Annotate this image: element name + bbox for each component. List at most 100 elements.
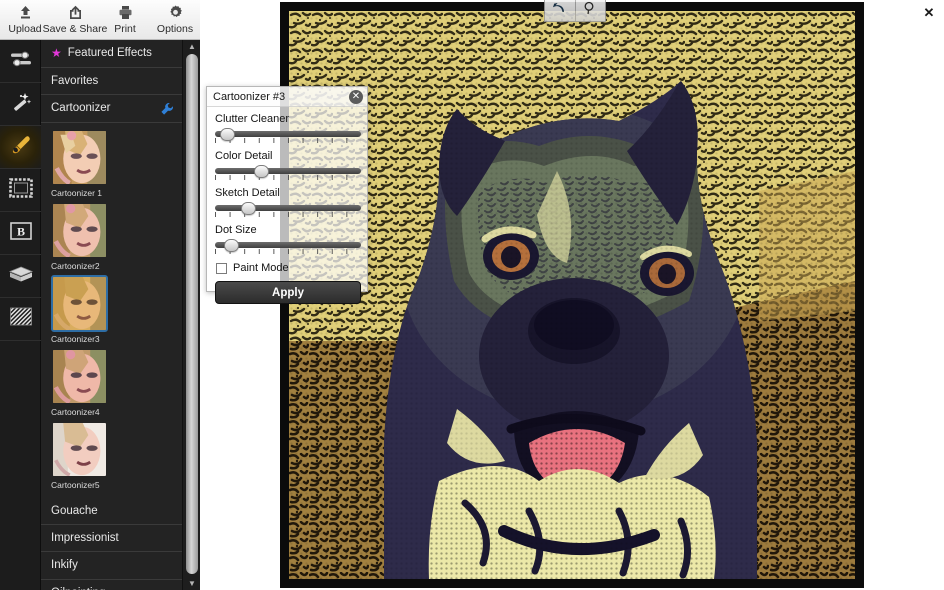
zoom-button[interactable]: [574, 0, 605, 21]
undo-arrow-icon: [552, 2, 567, 20]
slider-knob[interactable]: [220, 128, 236, 141]
slider-label: Sketch Detail: [215, 187, 280, 199]
scroll-down-arrow-icon[interactable]: ▼: [183, 577, 201, 590]
sidebar-item-cartoonizer[interactable]: Cartoonizer: [41, 95, 200, 123]
dialog-title-bar[interactable]: Cartoonizer #3 ✕: [207, 87, 367, 107]
text-b-icon: B: [8, 221, 34, 246]
effect-list-item-impressionist[interactable]: Impressionist: [41, 525, 200, 553]
dialog-title: Cartoonizer #3: [213, 90, 286, 103]
slider-group-color-detail: Color Detail: [215, 150, 361, 182]
slider-knob[interactable]: [254, 165, 270, 178]
paint-mode-label: Paint Mode: [233, 262, 289, 274]
texture-pattern-icon: [8, 306, 34, 333]
rail-item-artistic-brush[interactable]: [0, 126, 41, 169]
favorites-label: Favorites: [51, 74, 99, 87]
slider-group-sketch-detail: Sketch Detail: [215, 187, 361, 219]
slider-track: [215, 131, 361, 137]
print-label: Print: [114, 23, 136, 35]
slider-track: [215, 168, 361, 174]
effect-thumb-cartoonizer-1[interactable]: Cartoonizer 1: [51, 129, 115, 198]
featured-effects-label: Featured Effects: [67, 47, 152, 60]
scrollbar-thumb[interactable]: [186, 54, 198, 574]
rail-item-textures[interactable]: [0, 298, 41, 341]
thumbnail-label: Cartoonizer 1: [51, 187, 103, 198]
share-box-icon: [67, 3, 84, 22]
apply-button[interactable]: Apply: [215, 281, 361, 304]
sidebar-scrollbar[interactable]: ▲ ▼: [182, 40, 200, 590]
thumbnail-label: Cartoonizer4: [51, 406, 100, 417]
thumbnail-label: Cartoonizer5: [51, 479, 100, 490]
effect-label: Impressionist: [51, 532, 119, 545]
dialog-close-button[interactable]: ✕: [349, 90, 363, 104]
clutter-cleaner-slider[interactable]: [215, 127, 361, 145]
thumbnail-image: [51, 129, 108, 186]
rail-item-adjust[interactable]: [0, 40, 41, 83]
slider-label: Dot Size: [215, 224, 257, 236]
slider-knob[interactable]: [224, 239, 240, 252]
photo-editor-window: Upload Save & Share Print Options B ★ Fe…: [0, 0, 944, 590]
photo-image[interactable]: [289, 11, 855, 579]
effect-thumbnail-grid: Cartoonizer 1 Cartoonizer2 Cartoonizer3 …: [41, 123, 190, 498]
magnifier-icon: [583, 1, 597, 20]
wrench-icon[interactable]: [160, 102, 174, 119]
effect-thumb-cartoonizer-4[interactable]: Cartoonizer4: [51, 348, 115, 417]
canvas-toolbar: [544, 0, 606, 22]
rail-item-effects-wand[interactable]: [0, 83, 41, 126]
slider-track: [215, 205, 361, 211]
thumbnail-image: [51, 348, 108, 405]
effect-thumb-cartoonizer-5[interactable]: Cartoonizer5: [51, 421, 115, 490]
options-button[interactable]: Options: [151, 3, 199, 35]
effect-list-item-gouache[interactable]: Gouache: [41, 498, 200, 525]
paint-mode-checkbox[interactable]: [216, 262, 227, 274]
close-circle-icon: ✕: [351, 91, 361, 102]
printer-icon: [117, 3, 134, 22]
slider-label: Clutter Cleaner: [215, 113, 289, 125]
slider-group-clutter-cleaner: Clutter Cleaner: [215, 113, 361, 145]
sketch-detail-slider[interactable]: [215, 201, 361, 219]
thumbnail-image: [51, 421, 108, 478]
sliders-icon: [8, 49, 34, 74]
thumbnail-label: Cartoonizer3: [51, 333, 100, 344]
sidebar-item-featured-effects[interactable]: ★ Featured Effects: [41, 40, 200, 68]
gear-icon: [167, 3, 184, 22]
effect-thumb-cartoonizer-2[interactable]: Cartoonizer2: [51, 202, 115, 271]
rail-item-text[interactable]: B: [0, 212, 41, 255]
star-icon: ★: [51, 46, 62, 61]
upload-label: Upload: [8, 23, 42, 35]
open-box-icon: [8, 263, 34, 290]
frame-icon: [8, 177, 34, 204]
undo-button[interactable]: [545, 0, 575, 21]
effect-list-item-oilpainting[interactable]: Oilpainting: [41, 580, 200, 590]
magic-wand-icon: [9, 90, 33, 119]
thumbnail-image: [51, 202, 108, 259]
rail-item-frames[interactable]: [0, 169, 41, 212]
svg-text:B: B: [16, 224, 24, 238]
slider-ticks: [215, 138, 361, 143]
save-share-button[interactable]: Save & Share: [43, 3, 107, 35]
window-close-button[interactable]: ✕: [920, 4, 938, 22]
effect-label: Inkify: [51, 559, 78, 572]
color-detail-slider[interactable]: [215, 164, 361, 182]
save-share-label: Save & Share: [42, 23, 108, 35]
effect-settings-dialog: Cartoonizer #3 ✕ Clutter Cleaner Color D…: [206, 86, 368, 304]
paintbrush-icon: [8, 133, 34, 162]
slider-group-dot-size: Dot Size: [215, 224, 361, 256]
scroll-up-arrow-icon[interactable]: ▲: [183, 40, 201, 53]
slider-knob[interactable]: [241, 202, 257, 215]
rail-item-overlays[interactable]: [0, 255, 41, 298]
slider-ticks: [215, 212, 361, 217]
dialog-body: Clutter Cleaner Color Detail Sketch Deta…: [207, 107, 367, 304]
top-toolbar: Upload Save & Share Print Options: [0, 0, 200, 40]
slider-label: Color Detail: [215, 150, 273, 162]
effect-list-item-inkify[interactable]: Inkify: [41, 552, 200, 580]
canvas-stage: ✕ Cartoonizer #3 ✕ Clutter Cleaner Color…: [200, 0, 944, 590]
thumbnail-label: Cartoonizer2: [51, 260, 100, 271]
sidebar-item-favorites[interactable]: Favorites: [41, 68, 200, 95]
paint-mode-checkbox-row[interactable]: Paint Mode: [216, 262, 359, 274]
print-button[interactable]: Print: [101, 3, 149, 35]
effect-label: Gouache: [51, 504, 98, 517]
dot-size-slider[interactable]: [215, 238, 361, 256]
effects-sidebar: ★ Featured Effects Favorites Cartoonizer: [41, 40, 200, 590]
effect-thumb-cartoonizer-3[interactable]: Cartoonizer3: [51, 274, 115, 344]
thumbnail-image-selected: [51, 274, 108, 332]
